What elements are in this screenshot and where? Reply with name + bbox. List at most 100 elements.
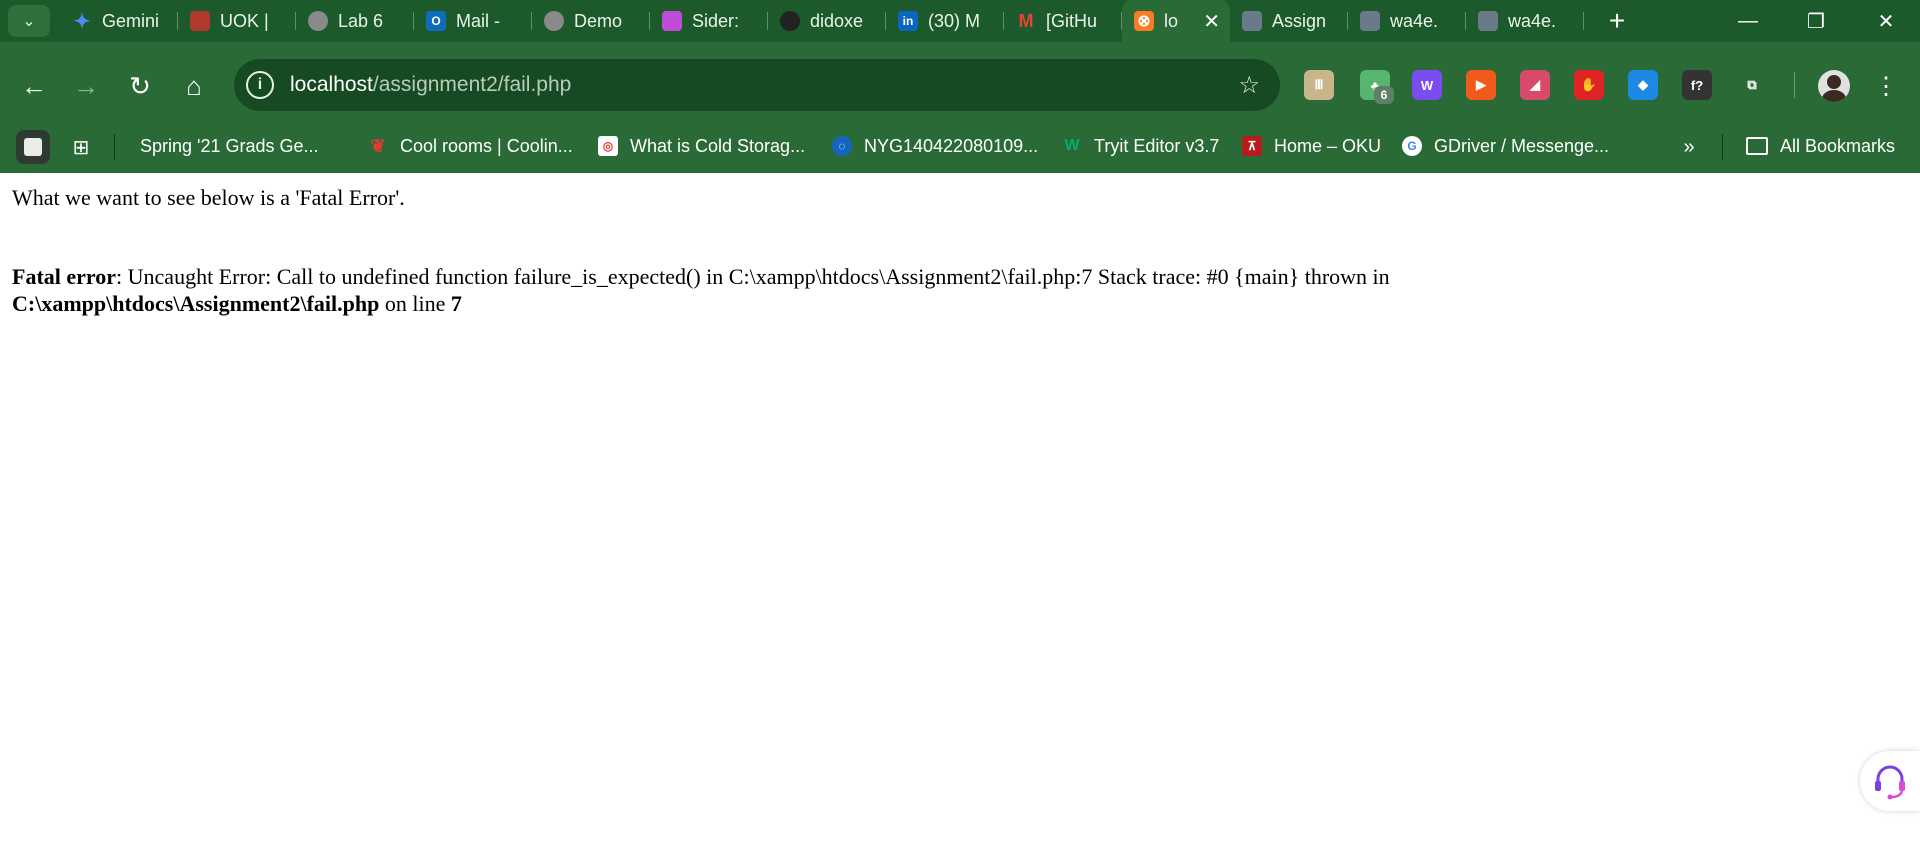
gmail-icon: M	[1018, 10, 1034, 31]
bookmark-label: GDriver / Messenge...	[1434, 135, 1610, 156]
tally-icon[interactable]: Ⅲ	[1304, 70, 1334, 100]
bookmark-5[interactable]: W Tryit Editor v3.7	[1062, 131, 1219, 161]
address-url[interactable]: localhost/assignment2/fail.php	[290, 73, 571, 97]
bookmark-4[interactable]: ◌ NYG140422080109...	[832, 131, 1038, 161]
tab-9[interactable]: M [GitHu	[1004, 0, 1122, 42]
tab-8[interactable]: in (30) M	[886, 0, 1004, 42]
tab-13[interactable]: wa4e.	[1466, 0, 1584, 42]
minimize-icon: —	[1738, 9, 1758, 32]
tab-label: (30) M	[928, 10, 981, 31]
bookmark-label: Home – OKU	[1274, 135, 1382, 156]
tab-7[interactable]: didoxe	[768, 0, 886, 42]
address-bar[interactable]: i localhost/assignment2/fail.php ☆	[234, 59, 1280, 111]
tab-3[interactable]: Lab 6	[296, 0, 414, 42]
bookmark-label: NYG140422080109...	[864, 135, 1039, 156]
globe-icon	[544, 11, 564, 31]
bookmark-3[interactable]: ◎ What is Cold Storag...	[598, 131, 805, 161]
kebab-menu-icon: ⋮	[1874, 72, 1898, 100]
tab-2[interactable]: UOK |	[178, 0, 296, 42]
bookmarks-bar: ⊞ Spring '21 Grads Ge... ❦ Cool rooms | Co…	[0, 120, 1920, 173]
back-button[interactable]: ←	[16, 68, 52, 104]
forward-button[interactable]: →	[68, 68, 104, 104]
restore-button[interactable]: ❐	[1786, 0, 1846, 42]
uok-logo-icon	[190, 11, 210, 31]
error-line: 7	[450, 291, 462, 316]
cold-storage-icon: ◎	[598, 136, 618, 156]
more-bookmarks-button[interactable]: »	[1672, 130, 1706, 164]
site-info-icon[interactable]: i	[246, 71, 274, 99]
bookmark-6[interactable]: ⊼ Home – OKU	[1242, 131, 1381, 161]
browser-chrome: ⌄ ✦ Gemini UOK | Lab 6 O Mail - Demo Sider: dido…	[0, 0, 1920, 173]
headset-icon	[1875, 765, 1905, 800]
restore-icon: ❐	[1807, 10, 1825, 33]
menu-button[interactable]: ⋮	[1868, 68, 1904, 104]
bookmark-7[interactable]: G GDriver / Messenge...	[1402, 131, 1609, 161]
gemini-sparkle-icon: ✦	[73, 10, 91, 33]
puzzle-icon[interactable]: ⧉	[1737, 70, 1767, 100]
reload-button[interactable]: ↻	[122, 68, 158, 104]
toolbar: ← → ↻ ⌂ i localhost/assignment2/fail.php…	[0, 42, 1920, 128]
flag-extension-icon[interactable]: ◢	[1520, 70, 1550, 100]
tab-label: Assign	[1272, 10, 1327, 31]
square-icon	[24, 138, 42, 156]
xampp-icon: ⊗	[1134, 11, 1154, 31]
bookmark-star-icon[interactable]: ☆	[1238, 71, 1260, 100]
support-widget-button[interactable]	[1860, 751, 1920, 811]
page-content: What we want to see below is a 'Fatal Er…	[0, 173, 1920, 859]
error-label: Fatal error	[12, 264, 117, 289]
minimize-button[interactable]: —	[1718, 0, 1778, 42]
extension-glyph: Ⅲ	[1314, 77, 1324, 92]
tab-12[interactable]: wa4e.	[1348, 0, 1466, 42]
tab-label: UOK |	[220, 10, 269, 31]
home-button[interactable]: ⌂	[176, 68, 212, 104]
extension-glyph: ◢	[1530, 77, 1540, 92]
font-extension-icon[interactable]: f?	[1682, 70, 1712, 100]
tab-label: wa4e.	[1390, 10, 1439, 31]
profile-avatar[interactable]	[1818, 70, 1850, 102]
tab-label: [GitHu	[1046, 10, 1098, 31]
side-panel-button[interactable]	[16, 130, 50, 164]
bookmark-label: Cool rooms | Coolin...	[400, 135, 573, 156]
tree-extension-icon[interactable]: ♣ 6	[1360, 70, 1394, 104]
arrow-right-icon: →	[73, 70, 99, 101]
diamond-extension-icon[interactable]: ◆	[1628, 70, 1658, 100]
arrow-left-icon: ←	[21, 70, 47, 101]
extension-glyph: f?	[1690, 77, 1704, 93]
w-extension-icon[interactable]: W	[1412, 70, 1442, 100]
google-icon: G	[1402, 136, 1422, 156]
avatar-thumb-icon	[1478, 11, 1498, 31]
tab-4[interactable]: O Mail -	[414, 0, 532, 42]
oku-icon: ⊼	[1242, 136, 1262, 156]
tab-11[interactable]: Assign	[1230, 0, 1348, 42]
globe-icon	[308, 11, 328, 31]
apps-grid-icon: ⊞	[72, 136, 90, 159]
tab-6[interactable]: Sider:	[650, 0, 768, 42]
all-bookmarks-button[interactable]: All Bookmarks	[1746, 131, 1895, 161]
tab-search-button[interactable]: ⌄	[8, 5, 50, 37]
tab-1[interactable]: ✦ Gemini	[60, 0, 178, 42]
sider-brain-icon	[662, 11, 682, 31]
tab-5[interactable]: Demo	[532, 0, 650, 42]
bookmark-label: Spring '21 Grads Ge...	[140, 135, 319, 156]
adblock-icon[interactable]: ✋	[1574, 70, 1604, 100]
close-tab-icon[interactable]: ✕	[1203, 9, 1220, 34]
slides-extension-icon[interactable]: ▶	[1466, 70, 1496, 100]
new-tab-button[interactable]: +	[1600, 4, 1634, 38]
outlook-icon: O	[426, 11, 446, 31]
apps-button[interactable]: ⊞	[64, 130, 98, 164]
bookmark-1[interactable]: Spring '21 Grads Ge...	[140, 131, 319, 161]
bookmark-label: What is Cold Storag...	[630, 135, 806, 156]
nyg-icon: ◌	[832, 136, 852, 156]
avatar-thumb-icon	[1242, 11, 1262, 31]
bookmark-2[interactable]: ❦ Cool rooms | Coolin...	[368, 131, 573, 161]
github-icon	[780, 11, 800, 31]
reload-icon: ↻	[129, 70, 151, 101]
tab-10[interactable]: ⊗ lo ✕	[1122, 0, 1230, 42]
folder-icon	[1746, 137, 1768, 155]
close-icon: ✕	[1877, 10, 1895, 33]
error-file: C:\xampp\htdocs\Assignment2\fail.php	[12, 291, 380, 316]
extension-badge: 6	[1374, 86, 1394, 104]
chevron-double-right-icon: »	[1683, 135, 1695, 158]
close-window-button[interactable]: ✕	[1856, 0, 1916, 42]
bookmarks-divider-2	[1722, 134, 1723, 160]
